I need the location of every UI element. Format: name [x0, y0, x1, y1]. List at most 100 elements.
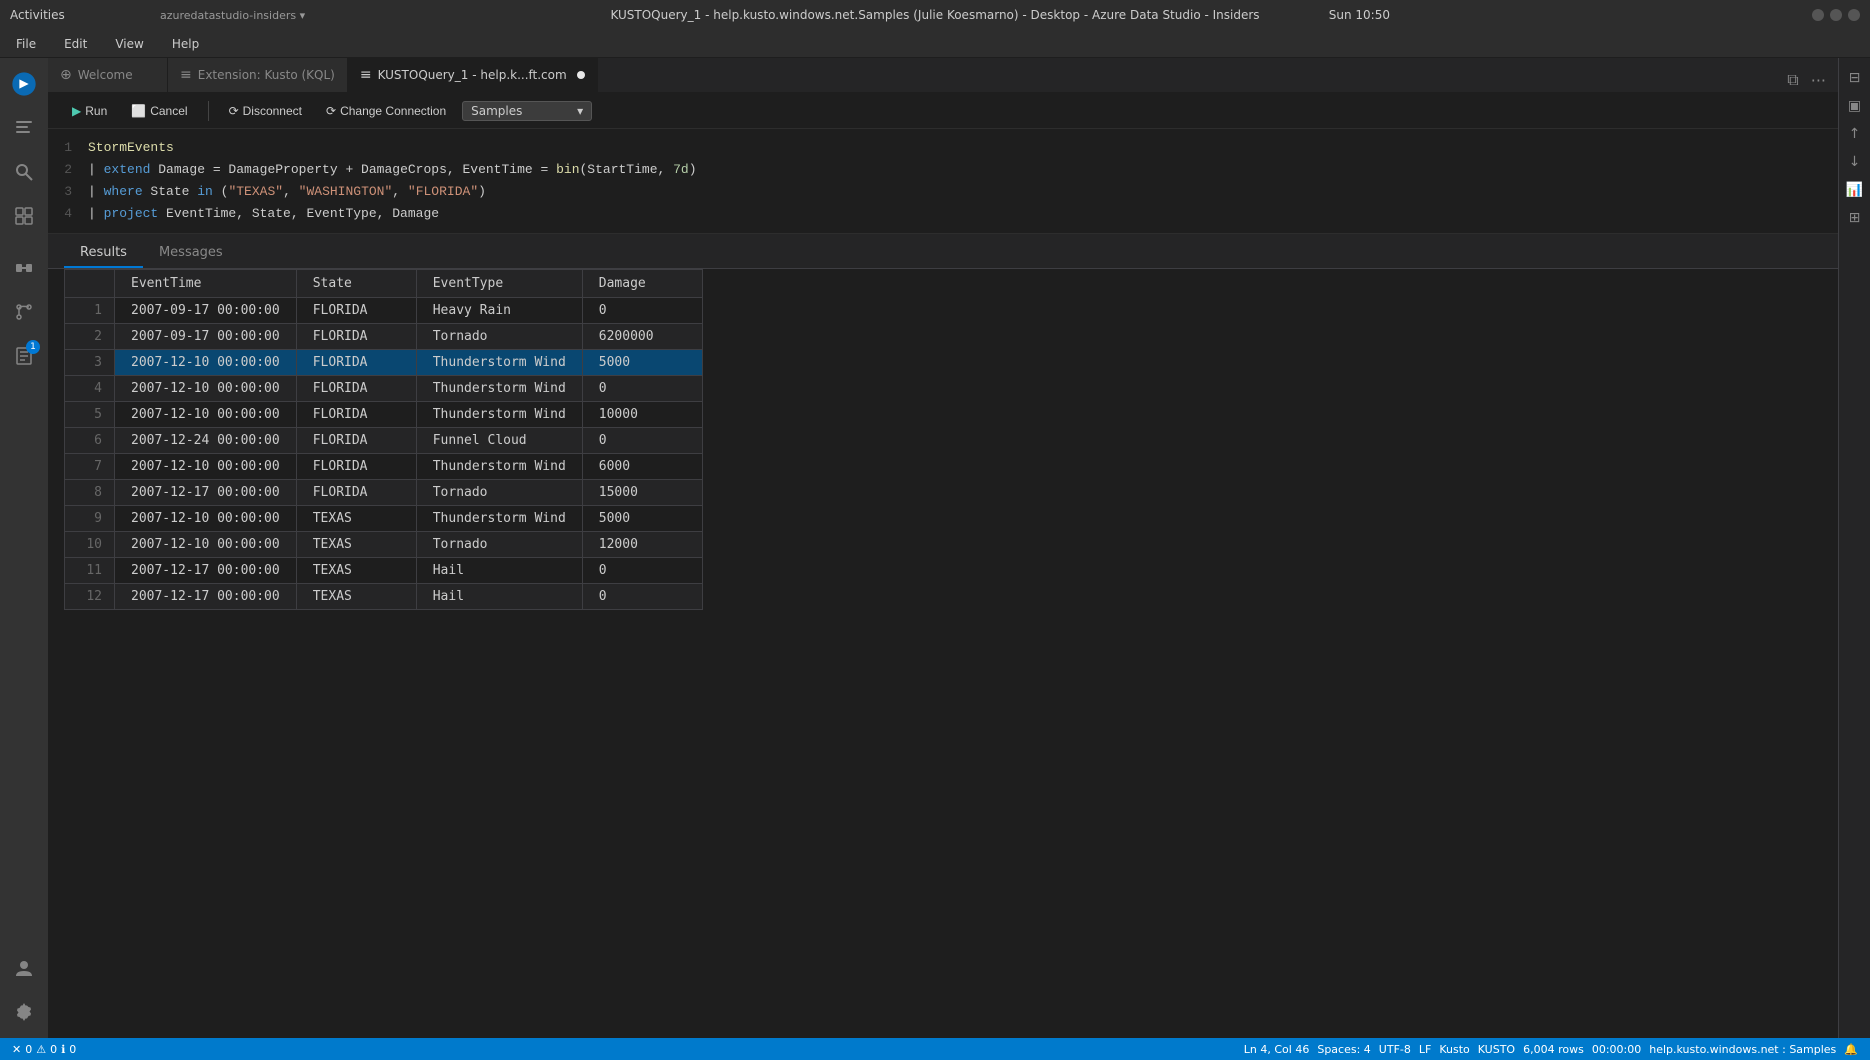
table-cell: 2007-12-17 00:00:00	[115, 480, 297, 506]
activity-bar: 1	[0, 58, 48, 1038]
dirty-indicator	[577, 71, 585, 79]
status-connection[interactable]: help.kusto.windows.net : Samples	[1645, 1043, 1840, 1056]
table-cell: Heavy Rain	[416, 298, 582, 324]
results-table-container[interactable]: EventTime State EventType Damage 12007-0…	[48, 269, 1838, 1038]
results-tab[interactable]: Results	[64, 239, 143, 268]
table-cell: 5000	[582, 506, 702, 532]
activity-extensions[interactable]	[6, 198, 42, 234]
activity-explorer[interactable]	[6, 110, 42, 146]
code-editor[interactable]: 1 StormEvents 2 | extend Damage = Damage…	[48, 129, 1838, 233]
row-number-cell: 4	[65, 376, 115, 402]
table-cell: 5000	[582, 350, 702, 376]
code-content-3: | where State in ("TEXAS", "WASHINGTON",…	[88, 181, 1838, 203]
table-cell: 0	[582, 428, 702, 454]
disconnect-button[interactable]: ⟳ Disconnect	[221, 101, 310, 121]
run-icon: ▶	[72, 104, 81, 118]
status-language[interactable]: Kusto	[1435, 1043, 1473, 1056]
row-number-cell: 2	[65, 324, 115, 350]
right-icon-1[interactable]: ⊟	[1843, 66, 1867, 90]
menu-edit[interactable]: Edit	[58, 35, 93, 53]
code-content-1: StormEvents	[88, 137, 1838, 159]
col-eventtype[interactable]: EventType	[416, 270, 582, 298]
activity-settings[interactable]	[6, 994, 42, 1030]
right-icon-down[interactable]: ↓	[1843, 150, 1867, 174]
activity-account[interactable]	[6, 950, 42, 986]
table-row: 62007-12-24 00:00:00FLORIDAFunnel Cloud0	[65, 428, 703, 454]
toolbar-separator	[208, 101, 209, 121]
minimize-btn[interactable]	[1812, 9, 1824, 21]
table-cell: 15000	[582, 480, 702, 506]
time-text: 00:00:00	[1592, 1043, 1641, 1056]
status-errors[interactable]: ✕ 0 ⚠ 0 ℹ 0	[8, 1038, 80, 1060]
eol-text: LF	[1419, 1043, 1431, 1056]
close-btn[interactable]	[1848, 9, 1860, 21]
menu-view[interactable]: View	[109, 35, 149, 53]
activity-search[interactable]	[6, 154, 42, 190]
results-table: EventTime State EventType Damage 12007-0…	[64, 269, 703, 610]
table-cell: 2007-12-10 00:00:00	[115, 376, 297, 402]
welcome-tab-icon: ⊕	[60, 67, 72, 83]
right-icon-chart[interactable]: 📊	[1843, 178, 1867, 202]
code-line-1: 1 StormEvents	[48, 137, 1838, 159]
query-toolbar: ▶ Run ⬜ Cancel ⟳ Disconnect ⟳ Change Con…	[48, 93, 1838, 129]
table-cell: TEXAS	[296, 532, 416, 558]
status-ln[interactable]: Ln 4, Col 46	[1240, 1043, 1314, 1056]
cancel-button[interactable]: ⬜ Cancel	[123, 101, 195, 121]
table-row: 112007-12-17 00:00:00TEXASHail0	[65, 558, 703, 584]
disconnect-label: Disconnect	[243, 104, 302, 118]
right-icon-grid[interactable]: ⊞	[1843, 206, 1867, 230]
split-editor-icon[interactable]: ⧉	[1783, 68, 1802, 92]
messages-tab[interactable]: Messages	[143, 239, 239, 268]
status-right: Ln 4, Col 46 Spaces: 4 UTF-8 LF Kusto KU…	[1240, 1043, 1862, 1056]
titlebar: Activities azuredatastudio-insiders ▾ KU…	[0, 0, 1870, 30]
error-count: 0	[25, 1043, 32, 1056]
table-cell: Tornado	[416, 324, 582, 350]
status-schema[interactable]: KUSTO	[1474, 1043, 1519, 1056]
tab-query[interactable]: ≡ KUSTOQuery_1 - help.k...ft.com	[348, 58, 598, 92]
change-connection-button[interactable]: ⟳ Change Connection	[318, 101, 454, 121]
run-button[interactable]: ▶ Run	[64, 101, 115, 121]
more-tabs-icon[interactable]: ···	[1807, 69, 1830, 92]
database-selector[interactable]: Samples ▾	[462, 101, 592, 121]
status-rows[interactable]: 6,004 rows	[1519, 1043, 1588, 1056]
col-damage[interactable]: Damage	[582, 270, 702, 298]
tab-query-label: KUSTOQuery_1 - help.k...ft.com	[378, 68, 567, 82]
maximize-btn[interactable]	[1830, 9, 1842, 21]
table-cell: 2007-09-17 00:00:00	[115, 324, 297, 350]
table-cell: 0	[582, 298, 702, 324]
table-cell: 2007-12-10 00:00:00	[115, 402, 297, 428]
app-name-badge: azuredatastudio-insiders ▾	[160, 9, 305, 22]
right-icon-2[interactable]: ▣	[1843, 94, 1867, 118]
table-cell: 2007-12-10 00:00:00	[115, 350, 297, 376]
status-bar: ✕ 0 ⚠ 0 ℹ 0 Ln 4, Col 46 Spaces: 4 UTF-8…	[0, 1038, 1870, 1060]
table-row: 32007-12-10 00:00:00FLORIDAThunderstorm …	[65, 350, 703, 376]
status-spaces[interactable]: Spaces: 4	[1313, 1043, 1374, 1056]
table-cell: 2007-12-17 00:00:00	[115, 584, 297, 610]
table-cell: Tornado	[416, 480, 582, 506]
col-eventtime[interactable]: EventTime	[115, 270, 297, 298]
tab-actions: ⧉ ···	[1783, 68, 1838, 92]
tab-welcome[interactable]: ⊕ Welcome	[48, 58, 168, 92]
results-area: Results Messages EventTime State EventTy…	[48, 233, 1838, 1038]
query-tab-icon: ≡	[360, 67, 372, 83]
activity-connections[interactable]	[6, 250, 42, 286]
error-icon: ✕	[12, 1043, 21, 1056]
status-encoding[interactable]: UTF-8	[1375, 1043, 1415, 1056]
row-number-cell: 12	[65, 584, 115, 610]
activity-notebooks[interactable]: 1	[6, 338, 42, 374]
results-tab-bar: Results Messages	[48, 234, 1838, 269]
menu-file[interactable]: File	[10, 35, 42, 53]
info-icon: ℹ	[61, 1043, 65, 1056]
right-icon-up[interactable]: ↑	[1843, 122, 1867, 146]
code-content-2: | extend Damage = DamageProperty + Damag…	[88, 159, 1838, 181]
status-time[interactable]: 00:00:00	[1588, 1043, 1645, 1056]
tab-extension[interactable]: ≡ Extension: Kusto (KQL)	[168, 58, 348, 92]
table-cell: 0	[582, 558, 702, 584]
status-eol[interactable]: LF	[1415, 1043, 1435, 1056]
menu-help[interactable]: Help	[166, 35, 205, 53]
col-state[interactable]: State	[296, 270, 416, 298]
window-controls[interactable]	[1812, 9, 1860, 21]
status-notifications[interactable]: 🔔	[1840, 1043, 1862, 1056]
main-layout: 1 ⊕ Welcome ≡ Extension: Kusto (KQL) ≡ K…	[0, 58, 1870, 1038]
activity-git[interactable]	[6, 294, 42, 330]
